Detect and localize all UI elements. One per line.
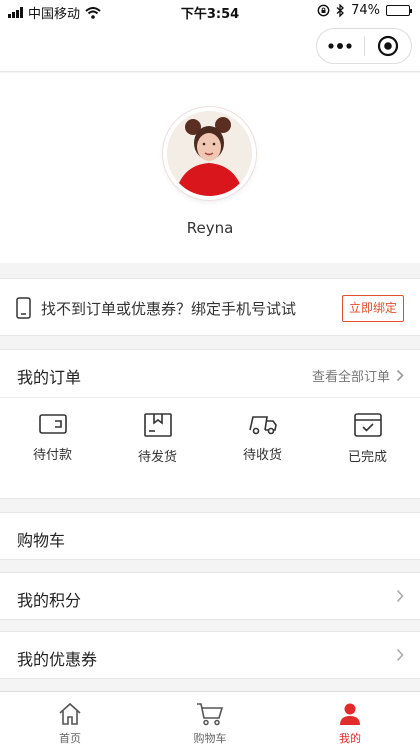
- tab-label: 首页: [59, 732, 81, 745]
- close-circle-icon: [377, 35, 398, 57]
- nav-bar: [0, 22, 420, 72]
- view-all-orders-label: 查看全部订单: [311, 370, 390, 385]
- order-status-pending-payment[interactable]: 待付款: [0, 412, 105, 465]
- order-status-label: 已完成: [347, 450, 387, 465]
- status-bar: 中国移动 下午3:54 74%: [0, 0, 420, 22]
- view-all-orders-link[interactable]: 查看全部订单: [312, 366, 404, 385]
- battery-icon: [386, 5, 412, 16]
- avatar[interactable]: [163, 107, 256, 200]
- order-status-pending-receipt[interactable]: 待收货: [210, 412, 315, 465]
- coupons-row-label: 我的优惠券: [17, 650, 98, 669]
- order-status-label: 待发货: [137, 450, 177, 465]
- points-row[interactable]: 我的积分: [0, 572, 420, 620]
- tab-cart[interactable]: 购物车: [140, 692, 280, 747]
- avatar-photo: [167, 111, 252, 196]
- cart-icon: [197, 703, 224, 726]
- cart-row-label: 购物车: [17, 531, 66, 550]
- orders-section: 我的订单 查看全部订单 待付款 待发货 待收货 已完成: [0, 349, 420, 499]
- battery-percent: 74%: [351, 3, 380, 18]
- wallet-icon: [38, 414, 67, 434]
- points-row-label: 我的积分: [17, 591, 82, 610]
- bind-phone-banner: 找不到订单或优惠券？绑定手机号试试 立即绑定: [0, 278, 420, 336]
- chevron-right-icon: [396, 369, 404, 382]
- package-icon: [143, 413, 172, 437]
- orders-title: 我的订单: [17, 368, 82, 387]
- coupons-row[interactable]: 我的优惠券: [0, 631, 420, 679]
- bind-now-button[interactable]: 立即绑定: [341, 295, 404, 322]
- completed-icon: [353, 413, 382, 437]
- phone-icon: [16, 297, 31, 319]
- bind-phone-text: 找不到订单或优惠券？绑定手机号试试: [41, 300, 297, 318]
- capsule-menu: [316, 28, 412, 64]
- more-button[interactable]: [317, 29, 364, 63]
- status-right: 74%: [317, 3, 412, 18]
- tab-me[interactable]: 我的: [280, 692, 420, 747]
- chevron-right-icon: [396, 589, 404, 603]
- bluetooth-icon: [336, 4, 345, 17]
- order-status-label: 待收货: [242, 448, 282, 463]
- close-button[interactable]: [365, 29, 412, 63]
- order-status-completed[interactable]: 已完成: [315, 412, 420, 465]
- more-dots-icon: [328, 43, 352, 49]
- rotation-lock-icon: [317, 4, 330, 17]
- orders-header: 我的订单 查看全部订单: [0, 350, 420, 398]
- cart-row[interactable]: 购物车: [0, 512, 420, 560]
- home-icon: [59, 702, 81, 725]
- tab-label: 我的: [339, 732, 361, 745]
- order-status-pending-shipment[interactable]: 待发货: [105, 412, 210, 465]
- tab-label: 购物车: [193, 732, 227, 745]
- username: Reyna: [186, 219, 234, 237]
- order-status-label: 待付款: [32, 448, 72, 463]
- user-icon: [340, 703, 360, 725]
- profile-header: Reyna: [0, 73, 420, 263]
- order-status-list: 待付款 待发货 待收货 已完成: [0, 412, 420, 465]
- chevron-right-icon: [396, 648, 404, 662]
- truck-icon: [248, 416, 277, 435]
- tab-home[interactable]: 首页: [0, 692, 140, 747]
- tab-bar: 首页 购物车 我的: [0, 691, 420, 747]
